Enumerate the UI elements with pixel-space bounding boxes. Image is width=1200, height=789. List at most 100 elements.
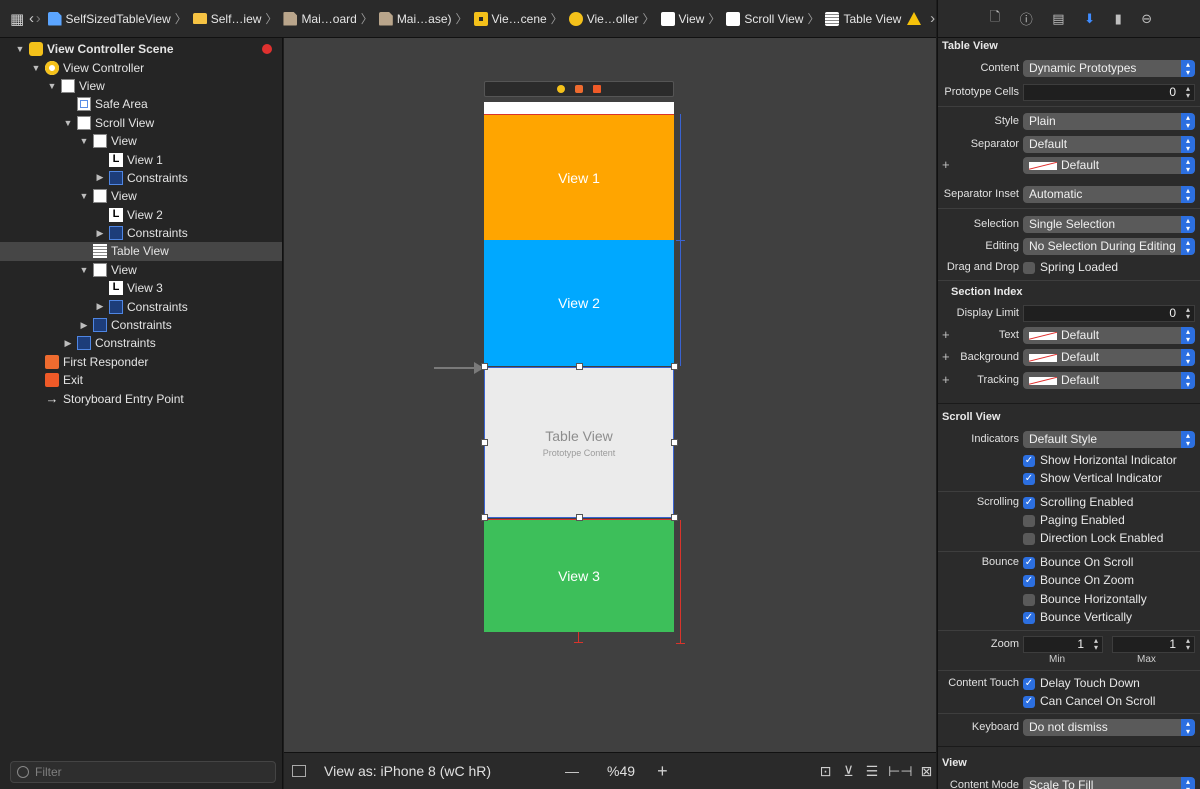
warning-icon[interactable] bbox=[907, 12, 922, 25]
outline-item[interactable]: First Responder bbox=[0, 353, 282, 371]
zoom-min-field[interactable]: 1 ▴ ▾ bbox=[1023, 636, 1103, 653]
disclosure-triangle-icon[interactable]: ▶ bbox=[94, 301, 106, 312]
index-background-color-popup[interactable]: Default ▴ ▾ bbox=[1023, 349, 1195, 366]
view-1[interactable]: View 1 bbox=[484, 114, 674, 240]
display-limit-field[interactable]: 0 ▴ ▾ bbox=[1023, 305, 1195, 322]
view-3[interactable]: View 3 bbox=[484, 519, 674, 632]
add-variation-icon[interactable]: + bbox=[942, 372, 950, 387]
add-constraints-icon[interactable]: ⊢⊣ bbox=[888, 763, 912, 780]
outline-item[interactable]: ▶ Constraints bbox=[0, 224, 282, 242]
outline-item[interactable]: Safe Area bbox=[0, 95, 282, 113]
attributes-inspector-icon[interactable]: ⬇ bbox=[1084, 11, 1095, 27]
disclosure-triangle-icon[interactable]: ▼ bbox=[46, 81, 58, 91]
outline-item[interactable]: ▼ View bbox=[0, 77, 282, 95]
stepper-icon[interactable]: ▴ ▾ bbox=[1182, 85, 1194, 100]
outline-item[interactable]: ▶ Constraints bbox=[0, 316, 282, 334]
show-vertical-indicator-checkbox[interactable]: ✓ bbox=[1023, 473, 1035, 485]
can-cancel-on-scroll-checkbox[interactable]: ✓ bbox=[1023, 696, 1035, 708]
scene-dock[interactable] bbox=[484, 81, 674, 97]
disclosure-triangle-icon[interactable]: ▼ bbox=[14, 44, 26, 54]
close-scene-icon[interactable] bbox=[262, 44, 272, 55]
zoom-max-field[interactable]: 1 ▴ ▾ bbox=[1112, 636, 1195, 653]
disclosure-triangle-icon[interactable]: ▼ bbox=[30, 63, 42, 73]
toggle-outline-icon[interactable] bbox=[292, 765, 306, 777]
separator-inset-popup[interactable]: Automatic ▴ ▾ bbox=[1023, 186, 1195, 203]
outline-item[interactable]: ▶ Constraints bbox=[0, 334, 282, 352]
outline-item[interactable]: L View 2 bbox=[0, 206, 282, 224]
filter-input[interactable]: Filter bbox=[10, 761, 276, 783]
embed-in-icon[interactable]: ⊻ bbox=[843, 763, 853, 780]
outline-item[interactable]: ▼ View bbox=[0, 261, 282, 279]
add-variation-icon[interactable]: + bbox=[942, 349, 950, 364]
breadcrumb-storyboard[interactable]: Mai…oard 〉 bbox=[283, 10, 376, 27]
indicators-popup[interactable]: Default Style ▴ ▾ bbox=[1023, 431, 1195, 448]
index-tracking-color-popup[interactable]: Default ▴ ▾ bbox=[1023, 372, 1195, 389]
resize-handle[interactable] bbox=[576, 363, 583, 370]
outline-item[interactable]: Exit bbox=[0, 371, 282, 389]
breadcrumb-storyboard-base[interactable]: Mai…ase) 〉 bbox=[378, 10, 472, 27]
delay-touch-down-checkbox[interactable]: ✓ bbox=[1023, 678, 1035, 690]
outline-item[interactable]: ▼ View Controller bbox=[0, 58, 282, 76]
show-horizontal-indicator-checkbox[interactable]: ✓ bbox=[1023, 455, 1035, 467]
style-popup[interactable]: Plain ▴ ▾ bbox=[1023, 113, 1195, 130]
storyboard-canvas[interactable]: View 1 View 2 Table View Prototype Conte… bbox=[284, 38, 936, 752]
bounce-on-zoom-checkbox[interactable]: ✓ bbox=[1023, 575, 1035, 587]
editing-popup[interactable]: No Selection During Editing ▴ ▾ bbox=[1023, 238, 1195, 255]
outline-item[interactable]: ▼ Scroll View bbox=[0, 114, 282, 132]
direction-lock-checkbox[interactable] bbox=[1023, 533, 1035, 545]
breadcrumb-view-controller[interactable]: Vie…oller 〉 bbox=[568, 10, 659, 27]
connections-inspector-icon[interactable]: ⊖ bbox=[1141, 11, 1152, 27]
exit-dock-icon[interactable] bbox=[593, 85, 601, 93]
disclosure-triangle-icon[interactable]: ▼ bbox=[78, 191, 90, 201]
spring-loaded-checkbox[interactable] bbox=[1023, 262, 1035, 274]
breadcrumb-view[interactable]: View 〉 bbox=[660, 10, 725, 27]
disclosure-triangle-icon[interactable]: ▶ bbox=[94, 228, 106, 239]
separator-color-popup[interactable]: Default ▴ ▾ bbox=[1023, 157, 1195, 174]
disclosure-triangle-icon[interactable]: ▼ bbox=[78, 265, 90, 275]
view-controller-dock-icon[interactable] bbox=[557, 85, 565, 93]
grid-icon[interactable]: ▦ bbox=[10, 8, 24, 30]
zoom-out-icon[interactable]: — bbox=[565, 763, 579, 779]
add-variation-icon[interactable]: + bbox=[942, 327, 950, 342]
prototype-cells-field[interactable]: 0 ▴ ▾ bbox=[1023, 84, 1195, 101]
disclosure-triangle-icon[interactable]: ▶ bbox=[94, 172, 106, 183]
add-variation-icon[interactable]: + bbox=[942, 157, 950, 172]
file-inspector-icon[interactable]: 🗋 bbox=[990, 8, 1000, 30]
separator-popup[interactable]: Default ▴ ▾ bbox=[1023, 136, 1195, 153]
bounce-on-scroll-checkbox[interactable]: ✓ bbox=[1023, 557, 1035, 569]
outline-item[interactable]: ▼ View bbox=[0, 187, 282, 205]
view-as-device-button[interactable]: View as: iPhone 8 (wC hR) bbox=[324, 763, 491, 779]
disclosure-triangle-icon[interactable]: ▶ bbox=[62, 338, 74, 349]
back-arrow-icon[interactable]: ‹ bbox=[28, 8, 35, 30]
resolve-issues-icon[interactable]: ⊠ bbox=[921, 763, 933, 780]
disclosure-triangle-icon[interactable]: ▼ bbox=[62, 118, 74, 128]
storyboard-entry-arrow-icon[interactable] bbox=[434, 362, 484, 374]
identity-inspector-icon[interactable]: ▤ bbox=[1052, 11, 1064, 27]
disclosure-triangle-icon[interactable]: ▶ bbox=[78, 320, 90, 331]
outline-item[interactable]: → Storyboard Entry Point bbox=[0, 389, 282, 407]
breadcrumb-table-view[interactable]: Table View bbox=[825, 11, 901, 26]
breadcrumb-scene[interactable]: Vie…cene 〉 bbox=[473, 10, 567, 27]
breadcrumb-folder[interactable]: Self…iew 〉 bbox=[192, 10, 282, 27]
content-popup[interactable]: Dynamic Prototypes ▴ ▾ bbox=[1023, 60, 1195, 77]
first-responder-dock-icon[interactable] bbox=[575, 85, 583, 93]
help-inspector-icon[interactable]: ⓘ bbox=[1020, 9, 1033, 28]
bounce-vertically-checkbox[interactable]: ✓ bbox=[1023, 612, 1035, 624]
keyboard-popup[interactable]: Do not dismiss ▴ ▾ bbox=[1023, 719, 1195, 736]
bounce-horizontally-checkbox[interactable] bbox=[1023, 594, 1035, 606]
size-inspector-icon[interactable]: ▮ bbox=[1115, 11, 1122, 27]
resize-handle[interactable] bbox=[481, 439, 488, 446]
chevron-right-icon[interactable]: › bbox=[929, 8, 936, 30]
outline-item[interactable]: ▶ Constraints bbox=[0, 297, 282, 315]
outline-item[interactable]: ▶ Constraints bbox=[0, 169, 282, 187]
resize-handle[interactable] bbox=[671, 439, 678, 446]
selection-popup[interactable]: Single Selection ▴ ▾ bbox=[1023, 216, 1195, 233]
resize-handle[interactable] bbox=[481, 514, 488, 521]
content-mode-popup[interactable]: Scale To Fill▴▾ bbox=[1023, 777, 1195, 789]
scrolling-enabled-checkbox[interactable]: ✓ bbox=[1023, 497, 1035, 509]
index-text-color-popup[interactable]: Default ▴ ▾ bbox=[1023, 327, 1195, 344]
outline-item[interactable]: L View 1 bbox=[0, 150, 282, 168]
align-icon[interactable]: ☰ bbox=[866, 763, 879, 780]
resize-handle[interactable] bbox=[671, 514, 678, 521]
table-view[interactable]: Table View Prototype Content bbox=[484, 367, 674, 518]
